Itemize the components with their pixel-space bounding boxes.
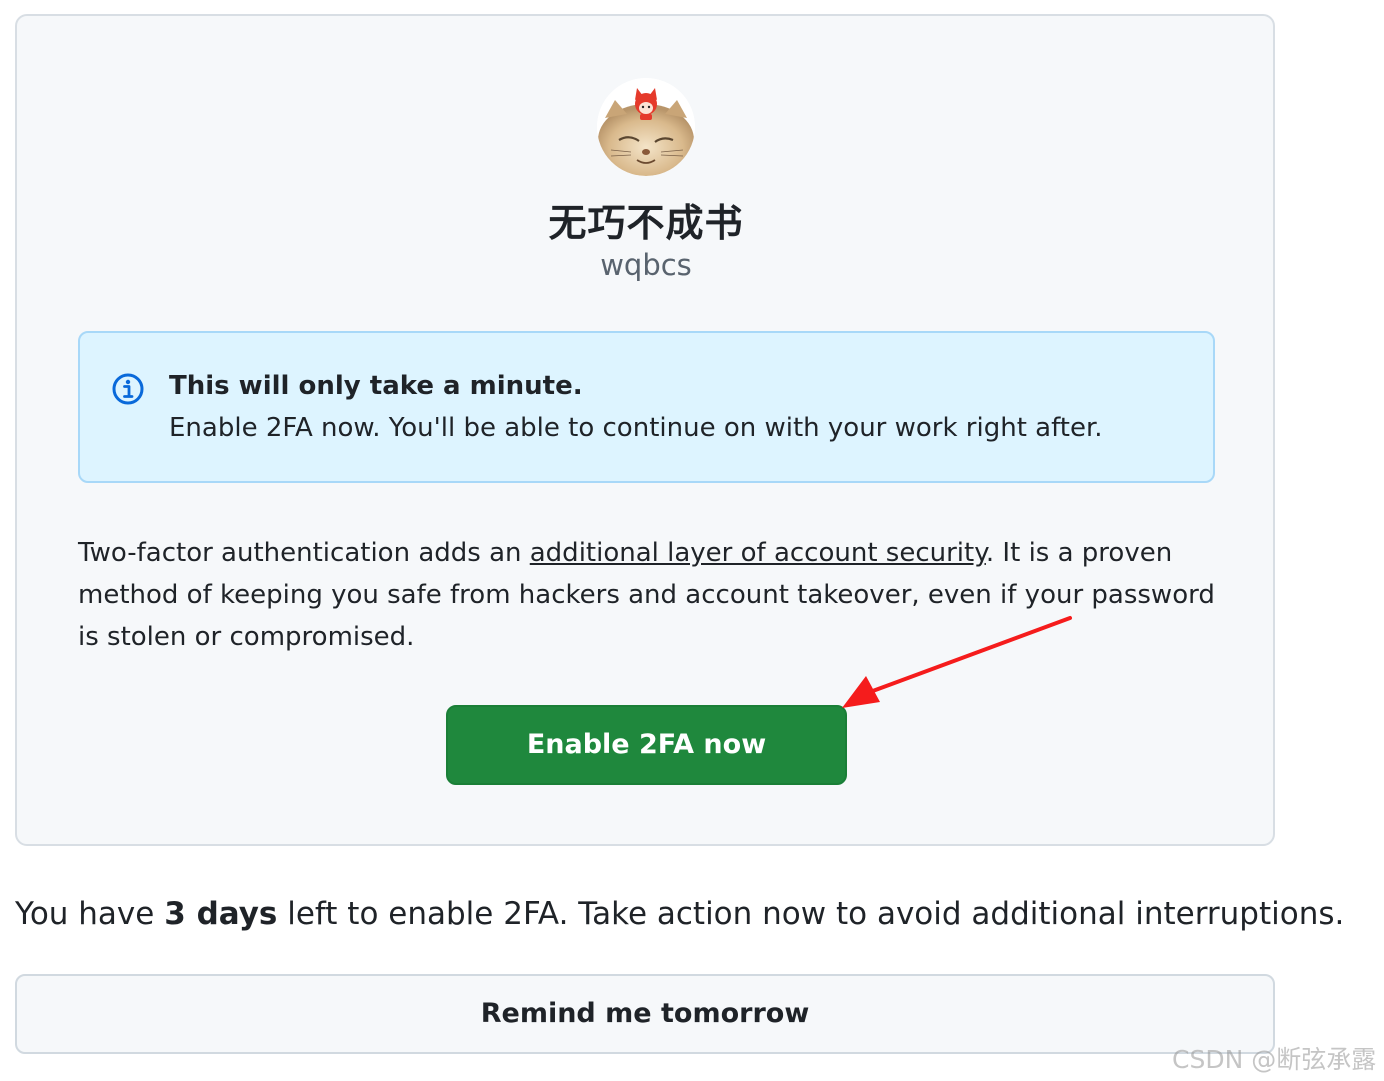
days-left-notice: You have 3 days left to enable 2FA. Take… (15, 896, 1344, 932)
description-text-start: Two-factor authentication adds an (78, 538, 530, 568)
annotation-arrow (842, 616, 1072, 708)
days-remaining: 3 days (164, 896, 278, 932)
notice-suffix: left to enable 2FA. Take action now to a… (277, 896, 1345, 932)
remind-tomorrow-button[interactable]: Remind me tomorrow (15, 974, 1275, 1054)
enable-2fa-card: 无巧不成书 wqbcs This will only take a minute… (15, 14, 1275, 846)
cat-avatar-image (597, 78, 695, 176)
flash-title: This will only take a minute. (169, 371, 583, 401)
csdn-watermark: CSDN @断弦承露 (1172, 1045, 1377, 1074)
enable-2fa-button[interactable]: Enable 2FA now (446, 705, 847, 785)
info-icon (112, 373, 144, 405)
info-flash-banner: This will only take a minute. Enable 2FA… (78, 331, 1215, 483)
flash-body: Enable 2FA now. You'll be able to contin… (169, 413, 1103, 443)
avatar (597, 78, 695, 176)
account-security-link[interactable]: additional layer of account security (530, 538, 986, 568)
notice-prefix: You have (15, 896, 165, 932)
two-factor-prompt-page: 无巧不成书 wqbcs This will only take a minute… (0, 0, 1384, 1081)
display-name: 无巧不成书 (548, 201, 744, 245)
username: wqbcs (600, 248, 692, 282)
